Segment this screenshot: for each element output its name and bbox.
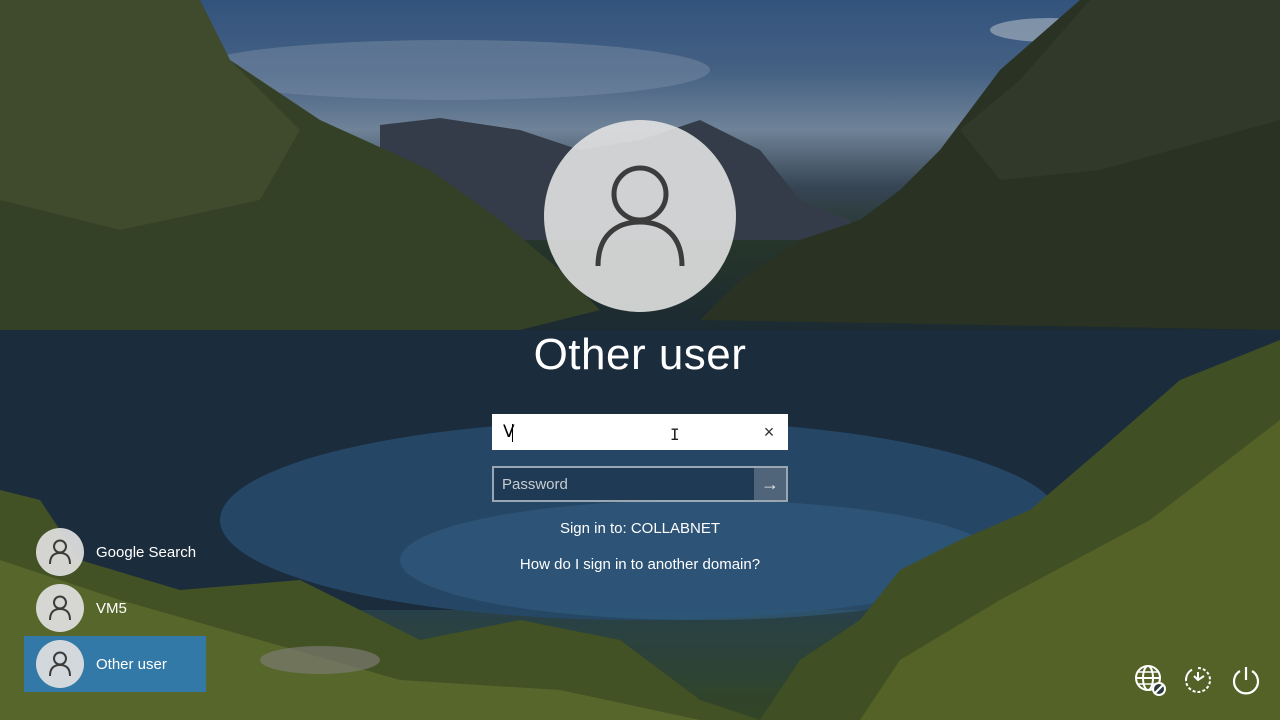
system-tray: [1134, 664, 1262, 696]
user-avatar-small: [36, 528, 84, 576]
user-tile-google-search[interactable]: Google Search: [24, 524, 206, 580]
user-icon: [595, 165, 685, 267]
user-icon: [49, 595, 71, 621]
user-tile-label: Google Search: [96, 543, 197, 561]
user-switcher-list: Google Search VM5 Other user: [24, 524, 206, 692]
user-tile-vm5[interactable]: VM5: [24, 580, 206, 636]
clear-text-button[interactable]: ×: [752, 416, 786, 448]
user-avatar: [544, 120, 736, 312]
user-tile-label: VM5: [96, 599, 127, 617]
password-field[interactable]: Password →: [492, 466, 788, 502]
network-icon[interactable]: [1134, 664, 1166, 696]
user-avatar-small: [36, 640, 84, 688]
user-icon: [49, 539, 71, 565]
password-placeholder[interactable]: Password: [494, 468, 754, 500]
submit-arrow-button[interactable]: →: [754, 468, 786, 500]
text-caret: [512, 424, 513, 442]
user-tile-label: Other user: [96, 655, 167, 673]
another-domain-help-link[interactable]: How do I sign in to another domain?: [520, 556, 760, 573]
power-icon[interactable]: [1230, 664, 1262, 696]
ease-of-access-icon[interactable]: [1182, 664, 1214, 696]
text-cursor-icon: I: [670, 425, 680, 444]
selected-user-name: Other user: [533, 330, 747, 379]
username-input-value[interactable]: V: [494, 422, 752, 442]
username-field[interactable]: V I ×: [492, 414, 788, 450]
user-icon: [49, 651, 71, 677]
user-avatar-small: [36, 584, 84, 632]
user-tile-other-user[interactable]: Other user: [24, 636, 206, 692]
